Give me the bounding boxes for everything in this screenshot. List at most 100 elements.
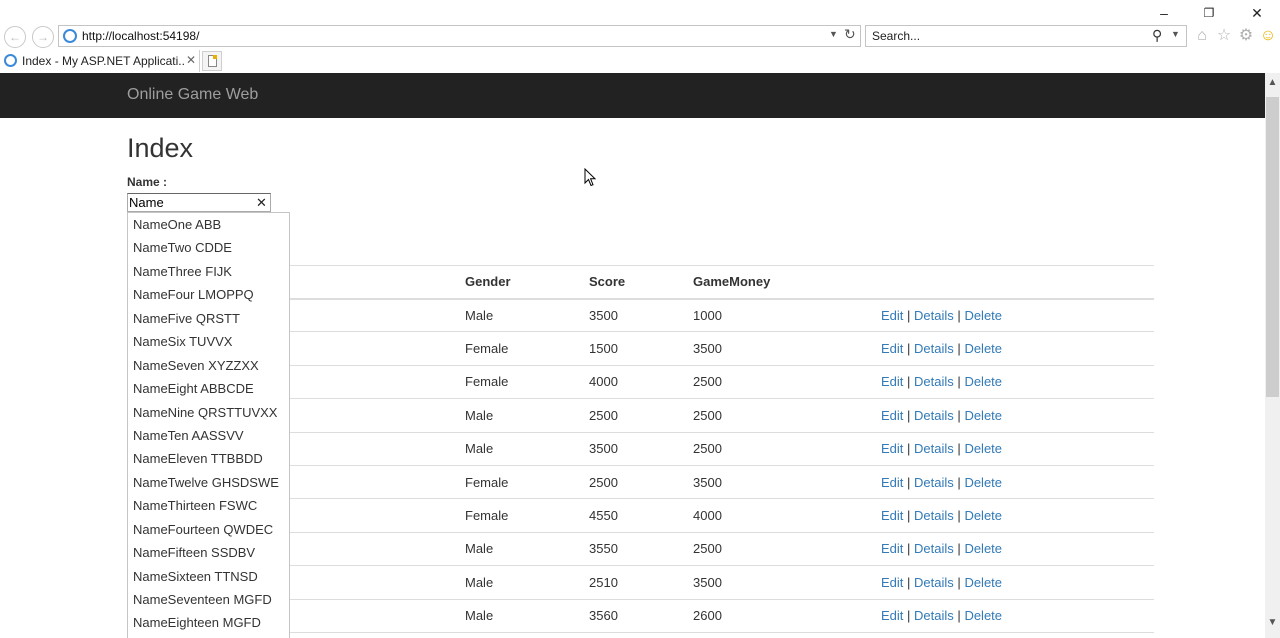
autocomplete-item[interactable]: NameFourteen QWDEC (128, 518, 289, 541)
edit-link[interactable]: Edit (881, 541, 903, 556)
tab-strip: Index - My ASP.NET Applicati... ✕ (0, 50, 1280, 72)
autocomplete-item[interactable]: NameEleven TTBBDD (128, 447, 289, 470)
separator: | (907, 474, 911, 490)
favorites-star-icon[interactable]: ☆ (1215, 27, 1233, 45)
cell-gender: Male (457, 565, 581, 600)
delete-link[interactable]: Delete (964, 341, 1002, 356)
cell-score: 2510 (581, 565, 685, 600)
restore-icon[interactable]: ❐ (1200, 4, 1218, 22)
separator: | (907, 407, 911, 423)
autocomplete-item[interactable]: NameSix TUVVX (128, 330, 289, 353)
details-link[interactable]: Details (914, 374, 954, 389)
settings-gear-icon[interactable]: ⚙ (1237, 27, 1255, 45)
cell-gender: Female (457, 331, 581, 366)
details-link[interactable]: Details (914, 308, 954, 323)
delete-link[interactable]: Delete (964, 374, 1002, 389)
autocomplete-dropdown[interactable]: NameOne ABB NameTwo CDDE NameThree FIJK Nam… (127, 212, 290, 638)
autocomplete-item[interactable]: NameFour LMOPPQ (128, 283, 289, 306)
edit-link[interactable]: Edit (881, 308, 903, 323)
separator: | (957, 441, 961, 457)
autocomplete-item[interactable]: NameEighteen MGFD (128, 611, 289, 634)
forward-icon[interactable]: → (32, 26, 54, 48)
browser-chrome: – ❐ ✕ ← → http://localhost:54198/ ▼ ↻ Se… (0, 0, 1280, 73)
autocomplete-item[interactable]: NameNine QRSTTUVXX (128, 401, 289, 424)
delete-link[interactable]: Delete (964, 508, 1002, 523)
cell-actions: Edit | Details | Delete (873, 599, 1154, 633)
address-dropdown-icon[interactable]: ▼ (829, 29, 838, 39)
feedback-smiley-icon[interactable]: ☺ (1259, 27, 1277, 45)
separator: | (957, 374, 961, 390)
edit-link[interactable]: Edit (881, 408, 903, 423)
home-icon[interactable]: ⌂ (1193, 27, 1211, 45)
details-link[interactable]: Details (914, 541, 954, 556)
details-link[interactable]: Details (914, 341, 954, 356)
scroll-up-icon[interactable]: ▲ (1265, 77, 1280, 88)
separator: | (957, 341, 961, 357)
autocomplete-item[interactable]: NameThree FIJK (128, 260, 289, 283)
details-link[interactable]: Details (914, 508, 954, 523)
delete-link[interactable]: Delete (964, 441, 1002, 456)
edit-link[interactable]: Edit (881, 441, 903, 456)
cell-gamemoney: 1000 (685, 298, 873, 333)
page-scrollbar[interactable]: ▲ ▼ (1265, 73, 1280, 638)
separator: | (957, 508, 961, 524)
search-dropdown-icon[interactable]: ▼ (1171, 29, 1180, 39)
search-icon[interactable]: ⚲ (1152, 27, 1162, 44)
edit-link[interactable]: Edit (881, 608, 903, 623)
autocomplete-item[interactable]: NameSeventeen MGFD (128, 588, 289, 611)
tab-close-icon[interactable]: ✕ (186, 53, 196, 67)
delete-link[interactable]: Delete (964, 541, 1002, 556)
details-link[interactable]: Details (914, 475, 954, 490)
edit-link[interactable]: Edit (881, 475, 903, 490)
name-input[interactable] (129, 195, 249, 210)
autocomplete-item[interactable]: NameFifteen SSDBV (128, 541, 289, 564)
autocomplete-item[interactable]: NameThirteen FSWC (128, 494, 289, 517)
delete-link[interactable]: Delete (964, 608, 1002, 623)
back-icon[interactable]: ← (4, 26, 26, 48)
delete-link[interactable]: Delete (964, 408, 1002, 423)
autocomplete-item[interactable]: NameFive QRSTT (128, 307, 289, 330)
url-text[interactable]: http://localhost:54198/ (82, 29, 199, 43)
search-placeholder[interactable]: Search... (872, 29, 920, 43)
name-search-field[interactable]: ✕ (127, 193, 271, 212)
autocomplete-item[interactable]: NameTwelve GHSDSWE (128, 471, 289, 494)
autocomplete-item[interactable]: NameTwo CDDE (128, 236, 289, 259)
edit-link[interactable]: Edit (881, 575, 903, 590)
autocomplete-item[interactable]: NameTen AASSVV (128, 424, 289, 447)
separator: | (957, 574, 961, 590)
autocomplete-item[interactable]: NameSixteen TTNSD (128, 565, 289, 588)
separator: | (907, 574, 911, 590)
delete-link[interactable]: Delete (964, 308, 1002, 323)
new-tab-button[interactable] (202, 51, 222, 71)
autocomplete-item[interactable]: NameSeven XYZZXX (128, 354, 289, 377)
address-bar[interactable]: http://localhost:54198/ ▼ ↻ (58, 25, 861, 47)
cell-actions: Edit | Details | Delete (873, 565, 1154, 600)
details-link[interactable]: Details (914, 408, 954, 423)
mouse-cursor-icon (584, 168, 597, 187)
edit-link[interactable]: Edit (881, 508, 903, 523)
refresh-icon[interactable]: ↻ (844, 26, 856, 43)
cell-score: 1500 (581, 331, 685, 366)
autocomplete-item[interactable]: NameOne ABB (128, 213, 289, 236)
cell-score: 2500 (581, 465, 685, 500)
tab-index[interactable]: Index - My ASP.NET Applicati... ✕ (0, 50, 200, 72)
edit-link[interactable]: Edit (881, 341, 903, 356)
scroll-thumb[interactable] (1266, 97, 1279, 397)
site-brand-link[interactable]: Online Game Web (127, 86, 258, 104)
close-icon[interactable]: ✕ (1248, 4, 1266, 22)
clear-input-icon[interactable]: ✕ (256, 194, 267, 211)
scroll-down-icon[interactable]: ▼ (1265, 617, 1280, 628)
cell-gamemoney: 2500 (685, 532, 873, 567)
cell-gamemoney: 3500 (685, 331, 873, 366)
edit-link[interactable]: Edit (881, 374, 903, 389)
details-link[interactable]: Details (914, 575, 954, 590)
details-link[interactable]: Details (914, 441, 954, 456)
search-box[interactable]: Search... ⚲ ▼ (865, 25, 1187, 47)
delete-link[interactable]: Delete (964, 475, 1002, 490)
details-link[interactable]: Details (914, 608, 954, 623)
delete-link[interactable]: Delete (964, 575, 1002, 590)
autocomplete-item[interactable]: NameEight ABBCDE (128, 377, 289, 400)
name-label: Name : (127, 175, 168, 189)
tab-title[interactable]: Index - My ASP.NET Applicati... (22, 54, 184, 68)
minimize-icon[interactable]: – (1155, 4, 1173, 22)
